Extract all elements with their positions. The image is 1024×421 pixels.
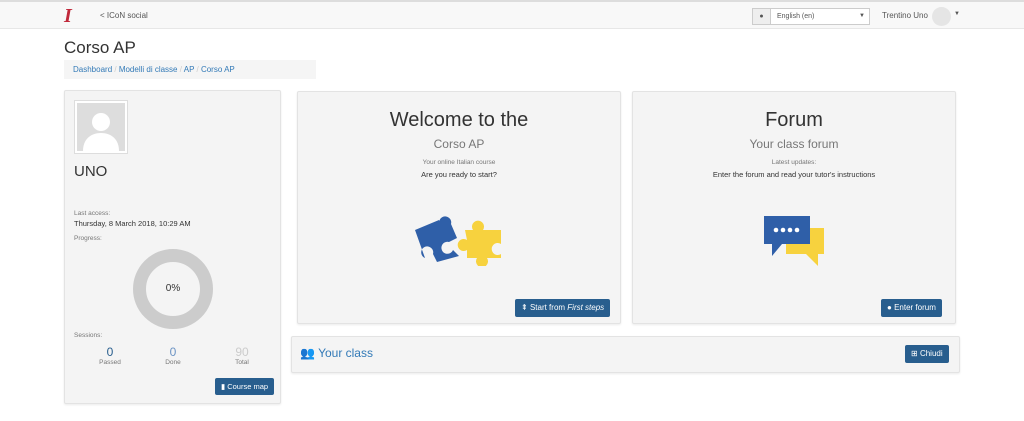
enter-forum-button[interactable]: ● Enter forum <box>881 299 942 317</box>
forum-line2: Enter the forum and read your tutor's in… <box>712 170 876 179</box>
chiudi-button[interactable]: ⊞ Chiudi <box>905 345 949 363</box>
last-access-label: Last access: <box>74 210 111 217</box>
forum-subtitle: Your class forum <box>749 137 839 151</box>
page-title: Corso AP <box>64 38 136 57</box>
sessions-label: Sessions: <box>74 332 103 339</box>
stat-label: Total <box>235 359 249 366</box>
profile-picture <box>74 100 128 154</box>
stat-total: 90 Total <box>212 345 272 366</box>
welcome-title: Welcome to the <box>389 109 529 131</box>
your-class-header[interactable]: 👥 Your class <box>300 346 373 360</box>
breadcrumb-ap[interactable]: AP <box>184 65 195 74</box>
breadcrumb-corso[interactable]: Corso AP <box>201 65 235 74</box>
welcome-panel: Welcome to the Corso AP Your online Ital… <box>297 91 621 324</box>
forum-line1: Latest updates: <box>771 159 817 166</box>
stat-value: 0 <box>169 345 177 359</box>
social-link[interactable]: < ICoN social <box>100 11 148 20</box>
share-icon: < <box>100 11 107 20</box>
breadcrumb-modelli[interactable]: Modelli di classe <box>119 65 178 74</box>
globe-icon: ● <box>753 9 771 24</box>
your-class-panel: 👥 Your class ⊞ Chiudi <box>291 336 960 373</box>
breadcrumb: Dashboard / Modelli di classe / AP / Cor… <box>64 60 316 79</box>
chevron-down-icon: ▼ <box>859 13 865 19</box>
progress-donut: 0% <box>133 249 213 329</box>
users-icon: 👥 <box>300 346 319 360</box>
user-menu[interactable]: Trentino Uno <box>882 11 928 20</box>
stat-value: 0 <box>106 345 114 359</box>
forum-panel: Forum Your class forum Latest updates: E… <box>632 91 956 324</box>
stat-done: 0 Done <box>143 345 203 366</box>
forum-title: Forum <box>765 109 823 131</box>
chat-icon <box>764 216 824 266</box>
navbar: I < ICoN social ● English (en) ▼ Trentino … <box>0 0 1024 29</box>
welcome-line1: Your online Italian course <box>422 159 496 166</box>
signpost-icon: ⇞ <box>521 303 530 312</box>
welcome-subtitle: Corso AP <box>433 137 485 151</box>
profile-panel: UNO Last access: Thursday, 8 March 2018,… <box>64 90 281 404</box>
profile-name: UNO <box>74 163 108 180</box>
progress-value: 0% <box>165 283 181 294</box>
language-select[interactable]: ● English (en) ▼ <box>752 8 870 25</box>
start-first-steps-button[interactable]: ⇞ Start from First steps <box>515 299 611 317</box>
stat-label: Passed <box>99 359 121 366</box>
progress-label: Progress: <box>74 235 102 242</box>
caret-down-icon[interactable]: ▼ <box>954 11 960 17</box>
breadcrumb-dashboard[interactable]: Dashboard <box>73 65 112 74</box>
stat-label: Done <box>165 359 181 366</box>
puzzle-icon <box>415 216 501 266</box>
avatar[interactable] <box>932 7 951 26</box>
comments-icon: ● <box>887 303 895 312</box>
welcome-line2: Are you ready to start? <box>421 170 497 179</box>
user-icon <box>77 103 125 151</box>
logo[interactable]: I <box>64 5 72 28</box>
stat-passed: 0 Passed <box>80 345 140 366</box>
last-access-value: Thursday, 8 March 2018, 10:29 AM <box>74 219 191 228</box>
plus-square-icon: ⊞ <box>911 349 920 358</box>
stat-value: 90 <box>235 345 249 359</box>
course-map-button[interactable]: ▮ Course map <box>215 378 275 395</box>
